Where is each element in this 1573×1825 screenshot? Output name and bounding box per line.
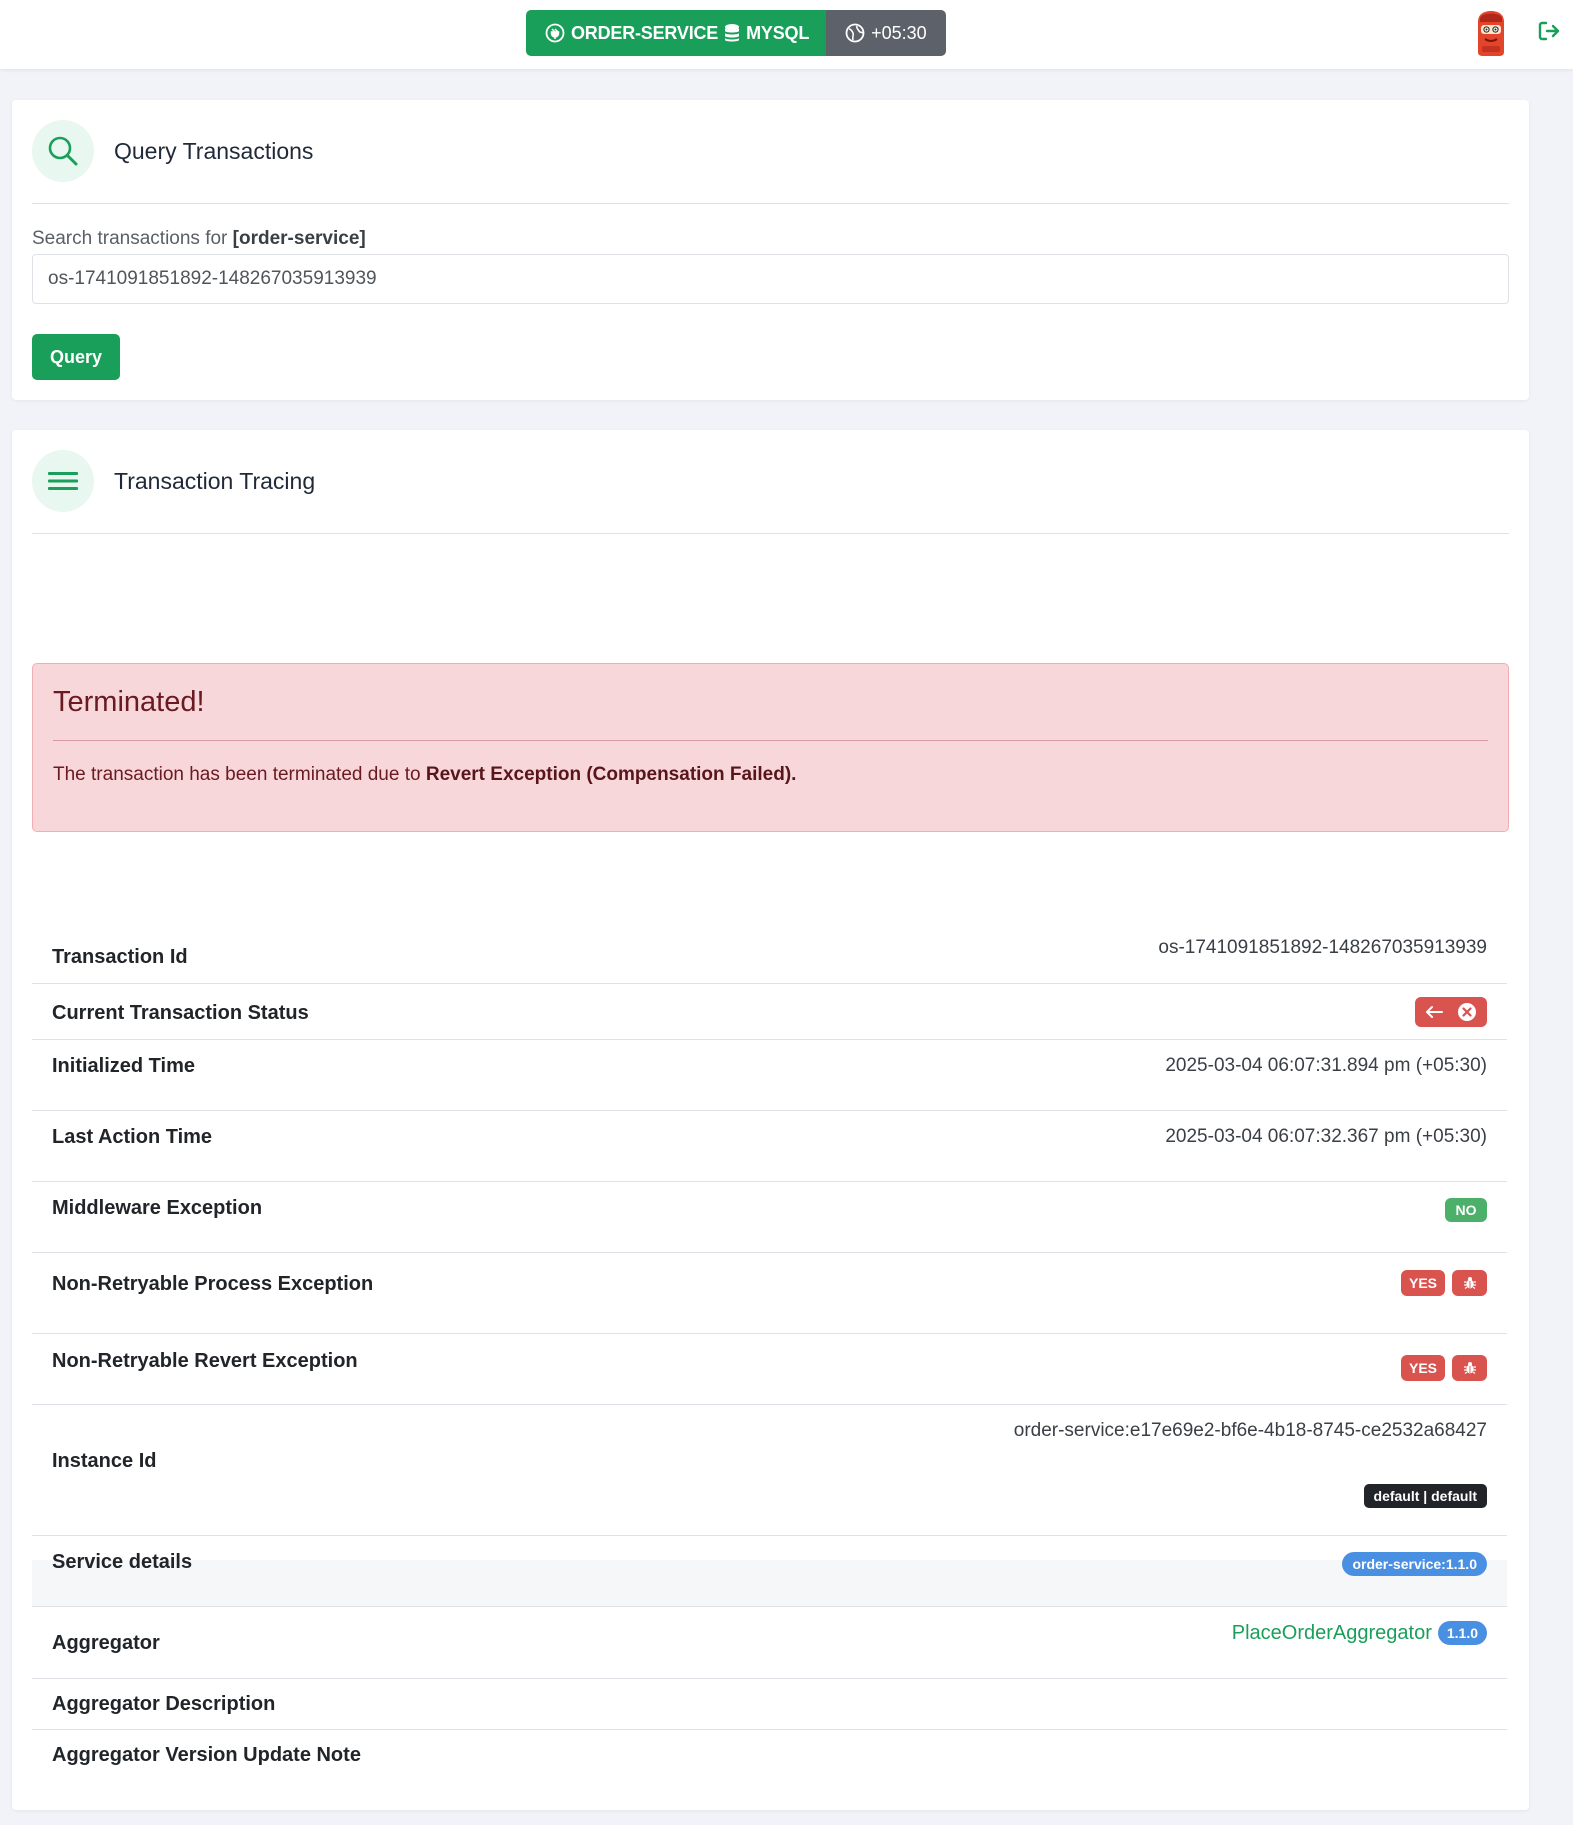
nonretryable-process-value: YES <box>1401 1270 1487 1296</box>
detail-label: Aggregator <box>52 1632 160 1654</box>
card-title: Query Transactions <box>114 138 314 164</box>
alert-message-reason: Revert Exception (Compensation Failed). <box>425 764 797 785</box>
globe-icon <box>845 23 865 43</box>
cancel-circle-icon <box>1458 1003 1476 1021</box>
detail-row-middleware-exception: Middleware Exception NO <box>32 1182 1507 1253</box>
detail-label: Non-Retryable Process Exception <box>52 1273 374 1295</box>
detail-label: Middleware Exception <box>52 1197 263 1219</box>
no-badge: NO <box>1445 1198 1487 1222</box>
service-name: ORDER-SERVICE <box>571 22 719 43</box>
detail-row-aggregator-description: Aggregator Description <box>32 1679 1507 1730</box>
plug-icon <box>545 23 565 43</box>
detail-row-instance-id: Instance Id order-service:e17e69e2-bf6e-… <box>32 1405 1507 1536</box>
card-title: Transaction Tracing <box>114 468 316 494</box>
detail-label: Current Transaction Status <box>52 1002 309 1024</box>
detail-label: Transaction Id <box>52 946 188 968</box>
database-icon <box>725 24 740 42</box>
middleware-exception-value: NO <box>1445 1198 1487 1222</box>
query-button[interactable]: Query <box>32 334 120 380</box>
detail-label: Initialized Time <box>52 1055 195 1077</box>
instance-id-value: order-service:e17e69e2-bf6e-4b18-8745-ce… <box>1013 1420 1487 1441</box>
search-label-service: [order-service] <box>232 228 366 249</box>
timezone-segment[interactable]: +05:30 <box>826 10 946 56</box>
bug-icon[interactable] <box>1452 1270 1487 1296</box>
detail-row-last-action-time: Last Action Time 2025-03-04 06:07:32.367… <box>32 1111 1507 1182</box>
card-header: Query Transactions <box>32 120 1509 204</box>
aggregator-link[interactable]: PlaceOrderAggregator <box>1232 1622 1432 1645</box>
instance-group-value: default | default <box>1363 1484 1487 1508</box>
detail-label: Last Action Time <box>52 1126 213 1148</box>
detail-row-nonretryable-revert: Non-Retryable Revert Exception YES <box>32 1334 1507 1405</box>
transaction-tracing-card: Transaction Tracing Terminated! The tran… <box>12 430 1529 1810</box>
bug-icon[interactable] <box>1452 1355 1487 1381</box>
detail-label: Aggregator Version Update Note <box>52 1744 361 1766</box>
detail-row-service-details: Service details order-service:1.1.0 <box>32 1536 1507 1607</box>
service-db-segment[interactable]: ORDER-SERVICE MYSQL <box>526 10 827 56</box>
alert-divider <box>53 740 1488 741</box>
detail-row-initialized-time: Initialized Time 2025-03-04 06:07:31.894… <box>32 1040 1507 1111</box>
detail-label: Non-Retryable Revert Exception <box>52 1350 358 1372</box>
alert-message-prefix: The transaction has been terminated due … <box>53 764 421 785</box>
detail-row-nonretryable-process: Non-Retryable Process Exception YES <box>32 1253 1507 1334</box>
instance-group-badge: default | default <box>1363 1484 1487 1508</box>
service-version-badge: order-service:1.1.0 <box>1342 1552 1487 1576</box>
service-details-value: order-service:1.1.0 <box>1342 1552 1487 1576</box>
detail-label: Service details <box>52 1551 193 1573</box>
row-highlight <box>32 1560 1507 1606</box>
query-transactions-card: Query Transactions Search transactions f… <box>12 100 1529 400</box>
nonretryable-revert-value: YES <box>1401 1355 1487 1381</box>
transaction-id-value: os-1741091851892-148267035913939 <box>1158 937 1487 958</box>
user-avatar[interactable] <box>1472 10 1510 56</box>
detail-row-transaction-id: Transaction Id os-1741091851892-14826703… <box>32 921 1507 984</box>
last-action-time-value: 2025-03-04 06:07:32.367 pm (+05:30) <box>1165 1126 1487 1147</box>
yes-badge: YES <box>1401 1270 1445 1296</box>
transaction-search-input[interactable] <box>32 254 1509 304</box>
detail-row-aggregator-update-note: Aggregator Version Update Note <box>32 1730 1507 1786</box>
terminated-alert: Terminated! The transaction has been ter… <box>32 663 1509 832</box>
status-badge[interactable] <box>1415 997 1487 1027</box>
search-label-prefix: Search transactions for <box>32 228 228 249</box>
database-name: MYSQL <box>746 22 810 43</box>
logout-icon[interactable] <box>1536 18 1562 44</box>
alert-message: The transaction has been terminated due … <box>53 764 796 786</box>
card-header: Transaction Tracing <box>32 450 1509 534</box>
arrow-left-icon <box>1426 1006 1443 1018</box>
environment-indicator[interactable]: ORDER-SERVICE MYSQL +05:30 <box>526 10 946 56</box>
aggregator-value: PlaceOrderAggregator 1.1.0 <box>1232 1621 1487 1645</box>
initialized-time-value: 2025-03-04 06:07:31.894 pm (+05:30) <box>1165 1055 1487 1076</box>
timezone-value: +05:30 <box>871 22 927 43</box>
top-navbar: ORDER-SERVICE MYSQL +05:30 <box>0 0 1573 69</box>
detail-label: Instance Id <box>52 1450 157 1472</box>
search-icon <box>32 120 94 182</box>
menu-icon <box>32 450 94 512</box>
search-label: Search transactions for [order-service] <box>32 228 366 250</box>
detail-label: Aggregator Description <box>52 1693 276 1715</box>
yes-badge: YES <box>1401 1355 1445 1381</box>
detail-row-status: Current Transaction Status <box>32 984 1507 1040</box>
aggregator-version-badge: 1.1.0 <box>1437 1621 1487 1645</box>
alert-title: Terminated! <box>53 686 205 718</box>
detail-row-aggregator: Aggregator PlaceOrderAggregator 1.1.0 <box>32 1607 1507 1679</box>
